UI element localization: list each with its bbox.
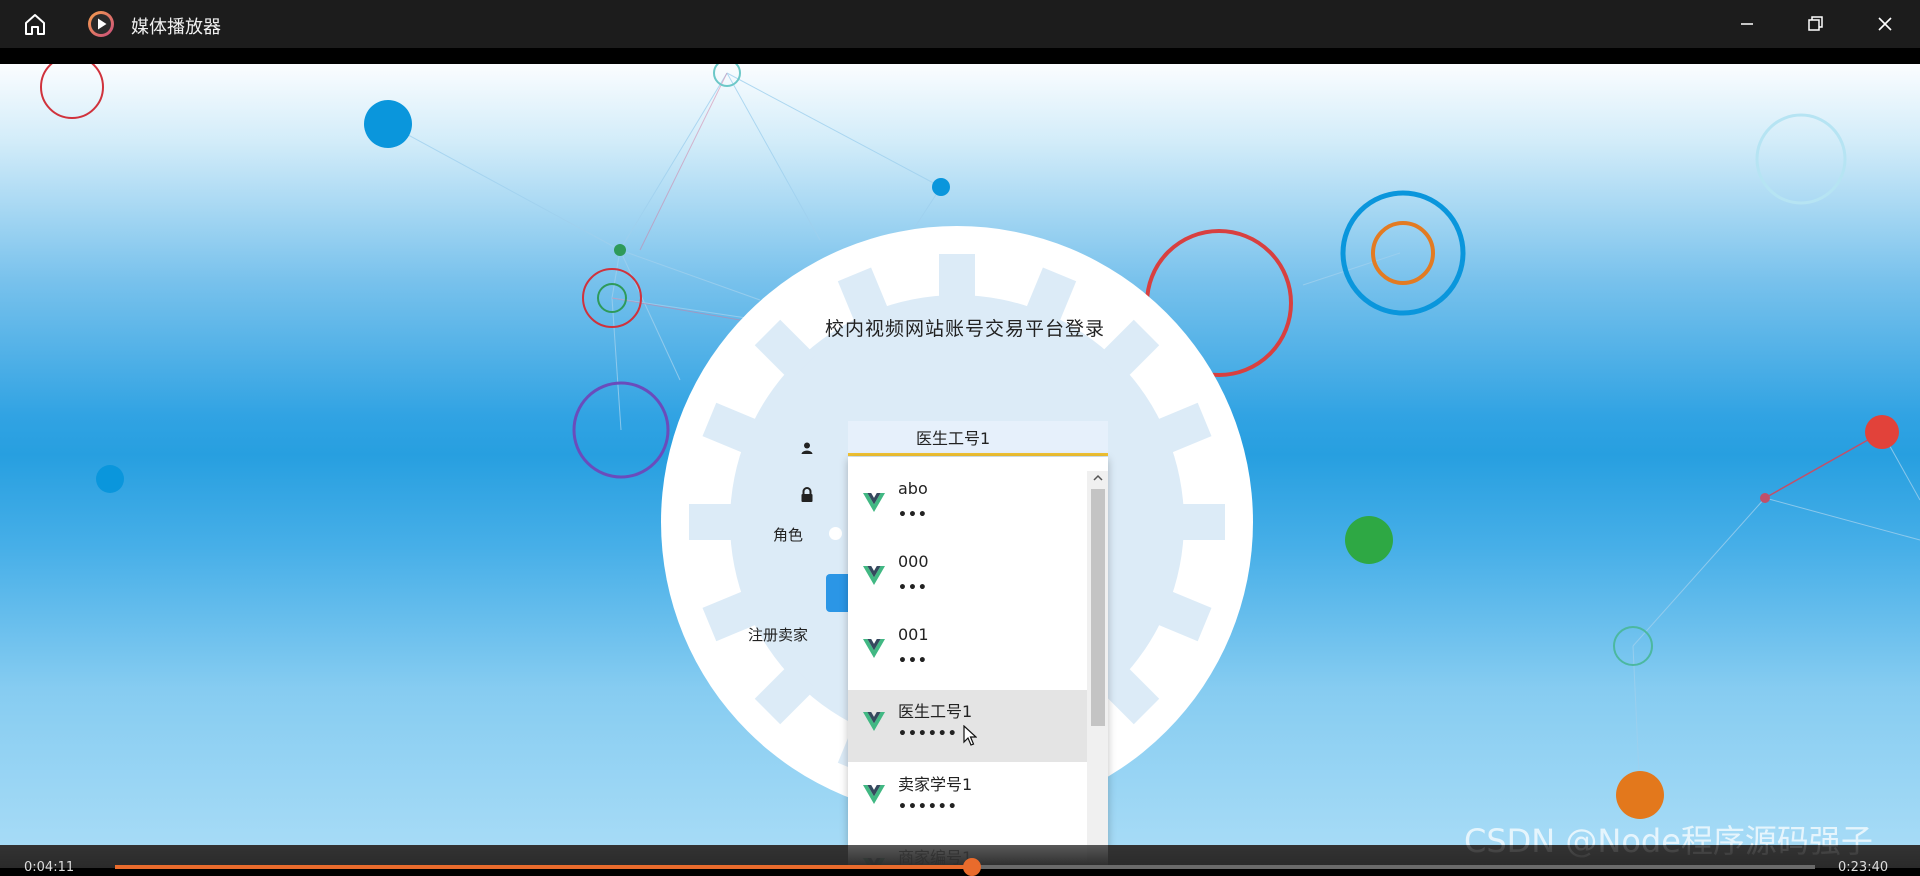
home-icon[interactable] bbox=[22, 11, 48, 37]
dropdown-username: 卖家学号1 bbox=[898, 775, 973, 794]
vue-logo-icon bbox=[863, 785, 885, 804]
dropdown-password: ••• bbox=[898, 580, 928, 596]
mouse-cursor-icon bbox=[963, 725, 977, 746]
dropdown-username: 医生工号1 bbox=[898, 702, 973, 721]
dropdown-password: •••••• bbox=[898, 726, 958, 742]
dropdown-username: 001 bbox=[898, 625, 929, 644]
dropdown-item[interactable]: 001 ••• bbox=[848, 617, 1087, 689]
scrollbar-thumb[interactable] bbox=[1091, 489, 1105, 726]
player-control-bar: 0:04:11 0:23:40 bbox=[0, 845, 1920, 876]
register-seller-link[interactable]: 注册卖家 bbox=[748, 624, 808, 645]
window-title: 媒体播放器 bbox=[131, 17, 221, 38]
dropdown-username: abo bbox=[898, 479, 928, 498]
minimize-icon[interactable] bbox=[1733, 10, 1761, 38]
vue-logo-icon bbox=[863, 639, 885, 658]
dropdown-item[interactable]: 000 ••• bbox=[848, 544, 1087, 616]
close-icon[interactable] bbox=[1871, 10, 1899, 38]
user-icon bbox=[801, 442, 813, 454]
seek-bar-fill bbox=[115, 865, 972, 869]
scroll-up-icon[interactable] bbox=[1091, 471, 1105, 485]
username-input[interactable] bbox=[848, 421, 1108, 456]
role-label: 角色 bbox=[773, 526, 804, 544]
dropdown-item[interactable]: 卖家学号1 •••••• bbox=[848, 763, 1087, 835]
dropdown-password: ••• bbox=[898, 653, 928, 669]
role-radio[interactable] bbox=[829, 527, 842, 540]
title-bar: 媒体播放器 bbox=[0, 0, 1920, 48]
dropdown-password: ••• bbox=[898, 507, 928, 523]
dropdown-password: •••••• bbox=[898, 799, 958, 815]
media-player-icon bbox=[88, 11, 114, 37]
vue-logo-icon bbox=[863, 566, 885, 585]
lock-icon bbox=[801, 487, 813, 502]
vue-logo-icon bbox=[863, 493, 885, 512]
seek-bar-thumb[interactable] bbox=[963, 858, 981, 876]
vue-logo-icon bbox=[863, 712, 885, 731]
dropdown-scrollbar[interactable] bbox=[1087, 471, 1108, 868]
restore-icon[interactable] bbox=[1801, 10, 1829, 38]
login-title: 校内视频网站账号交易平台登录 bbox=[824, 318, 1105, 340]
video-top-letterbox bbox=[0, 48, 1920, 64]
autofill-dropdown: abo ••• 000 ••• 001 ••• 医生工号1 •••••• 卖家学号1 ••••••… bbox=[848, 457, 1108, 868]
dropdown-username: 000 bbox=[898, 552, 929, 571]
login-button[interactable] bbox=[826, 574, 850, 612]
dropdown-item[interactable]: abo ••• bbox=[848, 471, 1087, 543]
